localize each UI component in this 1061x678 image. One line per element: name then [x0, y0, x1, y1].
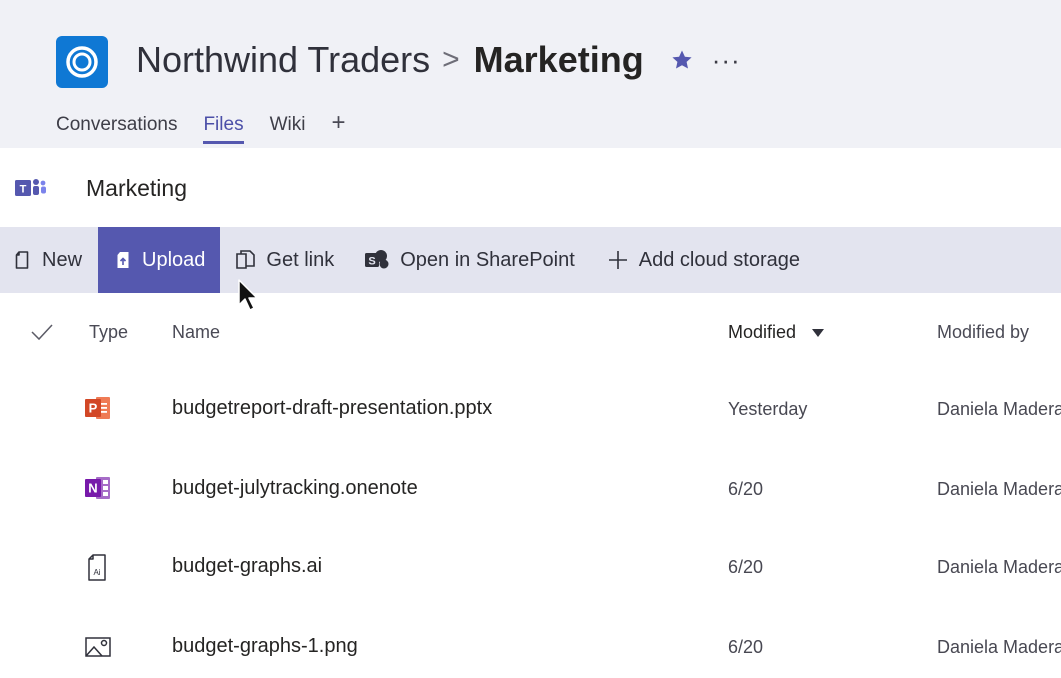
table-row[interactable]: budget-graphs-1.png 6/20 Daniela Madera: [0, 618, 1061, 678]
powerpoint-icon: P: [82, 394, 114, 424]
tab-files[interactable]: Files: [203, 110, 244, 144]
page-title: Marketing: [86, 174, 187, 201]
table-row[interactable]: N budget-julytracking.onenote 6/20 Danie…: [0, 460, 1061, 520]
modified-by: Daniela Madera: [937, 557, 1061, 577]
more-options-button[interactable]: ···: [712, 47, 741, 73]
onenote-icon: N: [82, 474, 114, 504]
file-name-link[interactable]: budget-graphs.ai: [172, 555, 322, 578]
column-modified-by[interactable]: Modified by: [937, 322, 1029, 343]
modified-date: 6/20: [728, 637, 764, 657]
open-sharepoint-label: Open in SharePoint: [400, 248, 575, 271]
tab-wiki[interactable]: Wiki: [270, 110, 306, 144]
mouse-cursor-icon: [238, 279, 258, 311]
teams-icon: T: [14, 176, 54, 200]
upload-button-label: Upload: [142, 248, 206, 271]
sort-descending-icon: [812, 329, 825, 337]
get-link-label: Get link: [266, 248, 335, 271]
plus-icon: [608, 251, 627, 269]
sharepoint-icon: S: [365, 250, 389, 269]
breadcrumb: Northwind Traders > Marketing ···: [136, 37, 741, 83]
illustrator-file-icon: Ai: [82, 552, 114, 582]
svg-text:T: T: [20, 184, 27, 196]
breadcrumb-separator: >: [442, 43, 460, 76]
table-header: Type Name Modified Modified by: [0, 310, 1061, 354]
open-in-sharepoint-button[interactable]: S Open in SharePoint: [364, 227, 575, 293]
modified-date: 6/20: [728, 479, 764, 499]
column-name[interactable]: Name: [172, 322, 220, 343]
breadcrumb-team[interactable]: Northwind Traders: [136, 39, 430, 81]
svg-text:S: S: [369, 256, 376, 268]
file-name-link[interactable]: budgetreport-draft-presentation.pptx: [172, 397, 492, 420]
new-document-icon: [15, 251, 29, 269]
svg-text:Ai: Ai: [93, 568, 100, 577]
favorite-star-icon[interactable]: [670, 48, 694, 72]
team-logo-icon[interactable]: [56, 36, 108, 88]
svg-text:N: N: [88, 481, 97, 496]
svg-text:P: P: [89, 401, 98, 416]
select-all-checkmark-icon[interactable]: [30, 322, 54, 347]
add-cloud-storage-label: Add cloud storage: [638, 248, 801, 271]
modified-by: Daniela Madera: [937, 399, 1061, 419]
add-cloud-storage-button[interactable]: Add cloud storage: [607, 227, 800, 293]
table-row[interactable]: P budgetreport-draft-presentation.pptx Y…: [0, 380, 1061, 440]
file-name-link[interactable]: budget-julytracking.onenote: [172, 477, 418, 500]
new-button[interactable]: New: [14, 227, 82, 293]
table-row[interactable]: Ai budget-graphs.ai 6/20 Daniela Madera: [0, 538, 1061, 598]
add-tab-button[interactable]: +: [331, 110, 345, 135]
channel-header: Northwind Traders > Marketing ··· Conver…: [0, 0, 1061, 148]
new-button-label: New: [42, 248, 83, 271]
modified-by: Daniela Madera: [937, 479, 1061, 499]
file-name-link[interactable]: budget-graphs-1.png: [172, 635, 358, 658]
upload-button[interactable]: Upload: [98, 227, 221, 293]
files-toolbar: New Upload Get link S Open in SharePoint…: [0, 227, 1061, 293]
tab-bar: Conversations Files Wiki +: [56, 110, 345, 148]
modified-date: 6/20: [728, 557, 764, 577]
breadcrumb-channel: Marketing: [473, 39, 644, 80]
column-modified-label: Modified: [728, 322, 797, 342]
column-modified[interactable]: Modified: [728, 322, 825, 343]
column-type[interactable]: Type: [89, 322, 128, 343]
modified-date: Yesterday: [728, 399, 808, 419]
files-location: T Marketing: [14, 168, 187, 208]
modified-by: Daniela Madera: [937, 637, 1061, 657]
copy-link-icon: [236, 250, 256, 269]
tab-conversations[interactable]: Conversations: [56, 110, 177, 144]
image-file-icon: [82, 632, 114, 662]
upload-icon: [117, 252, 129, 268]
